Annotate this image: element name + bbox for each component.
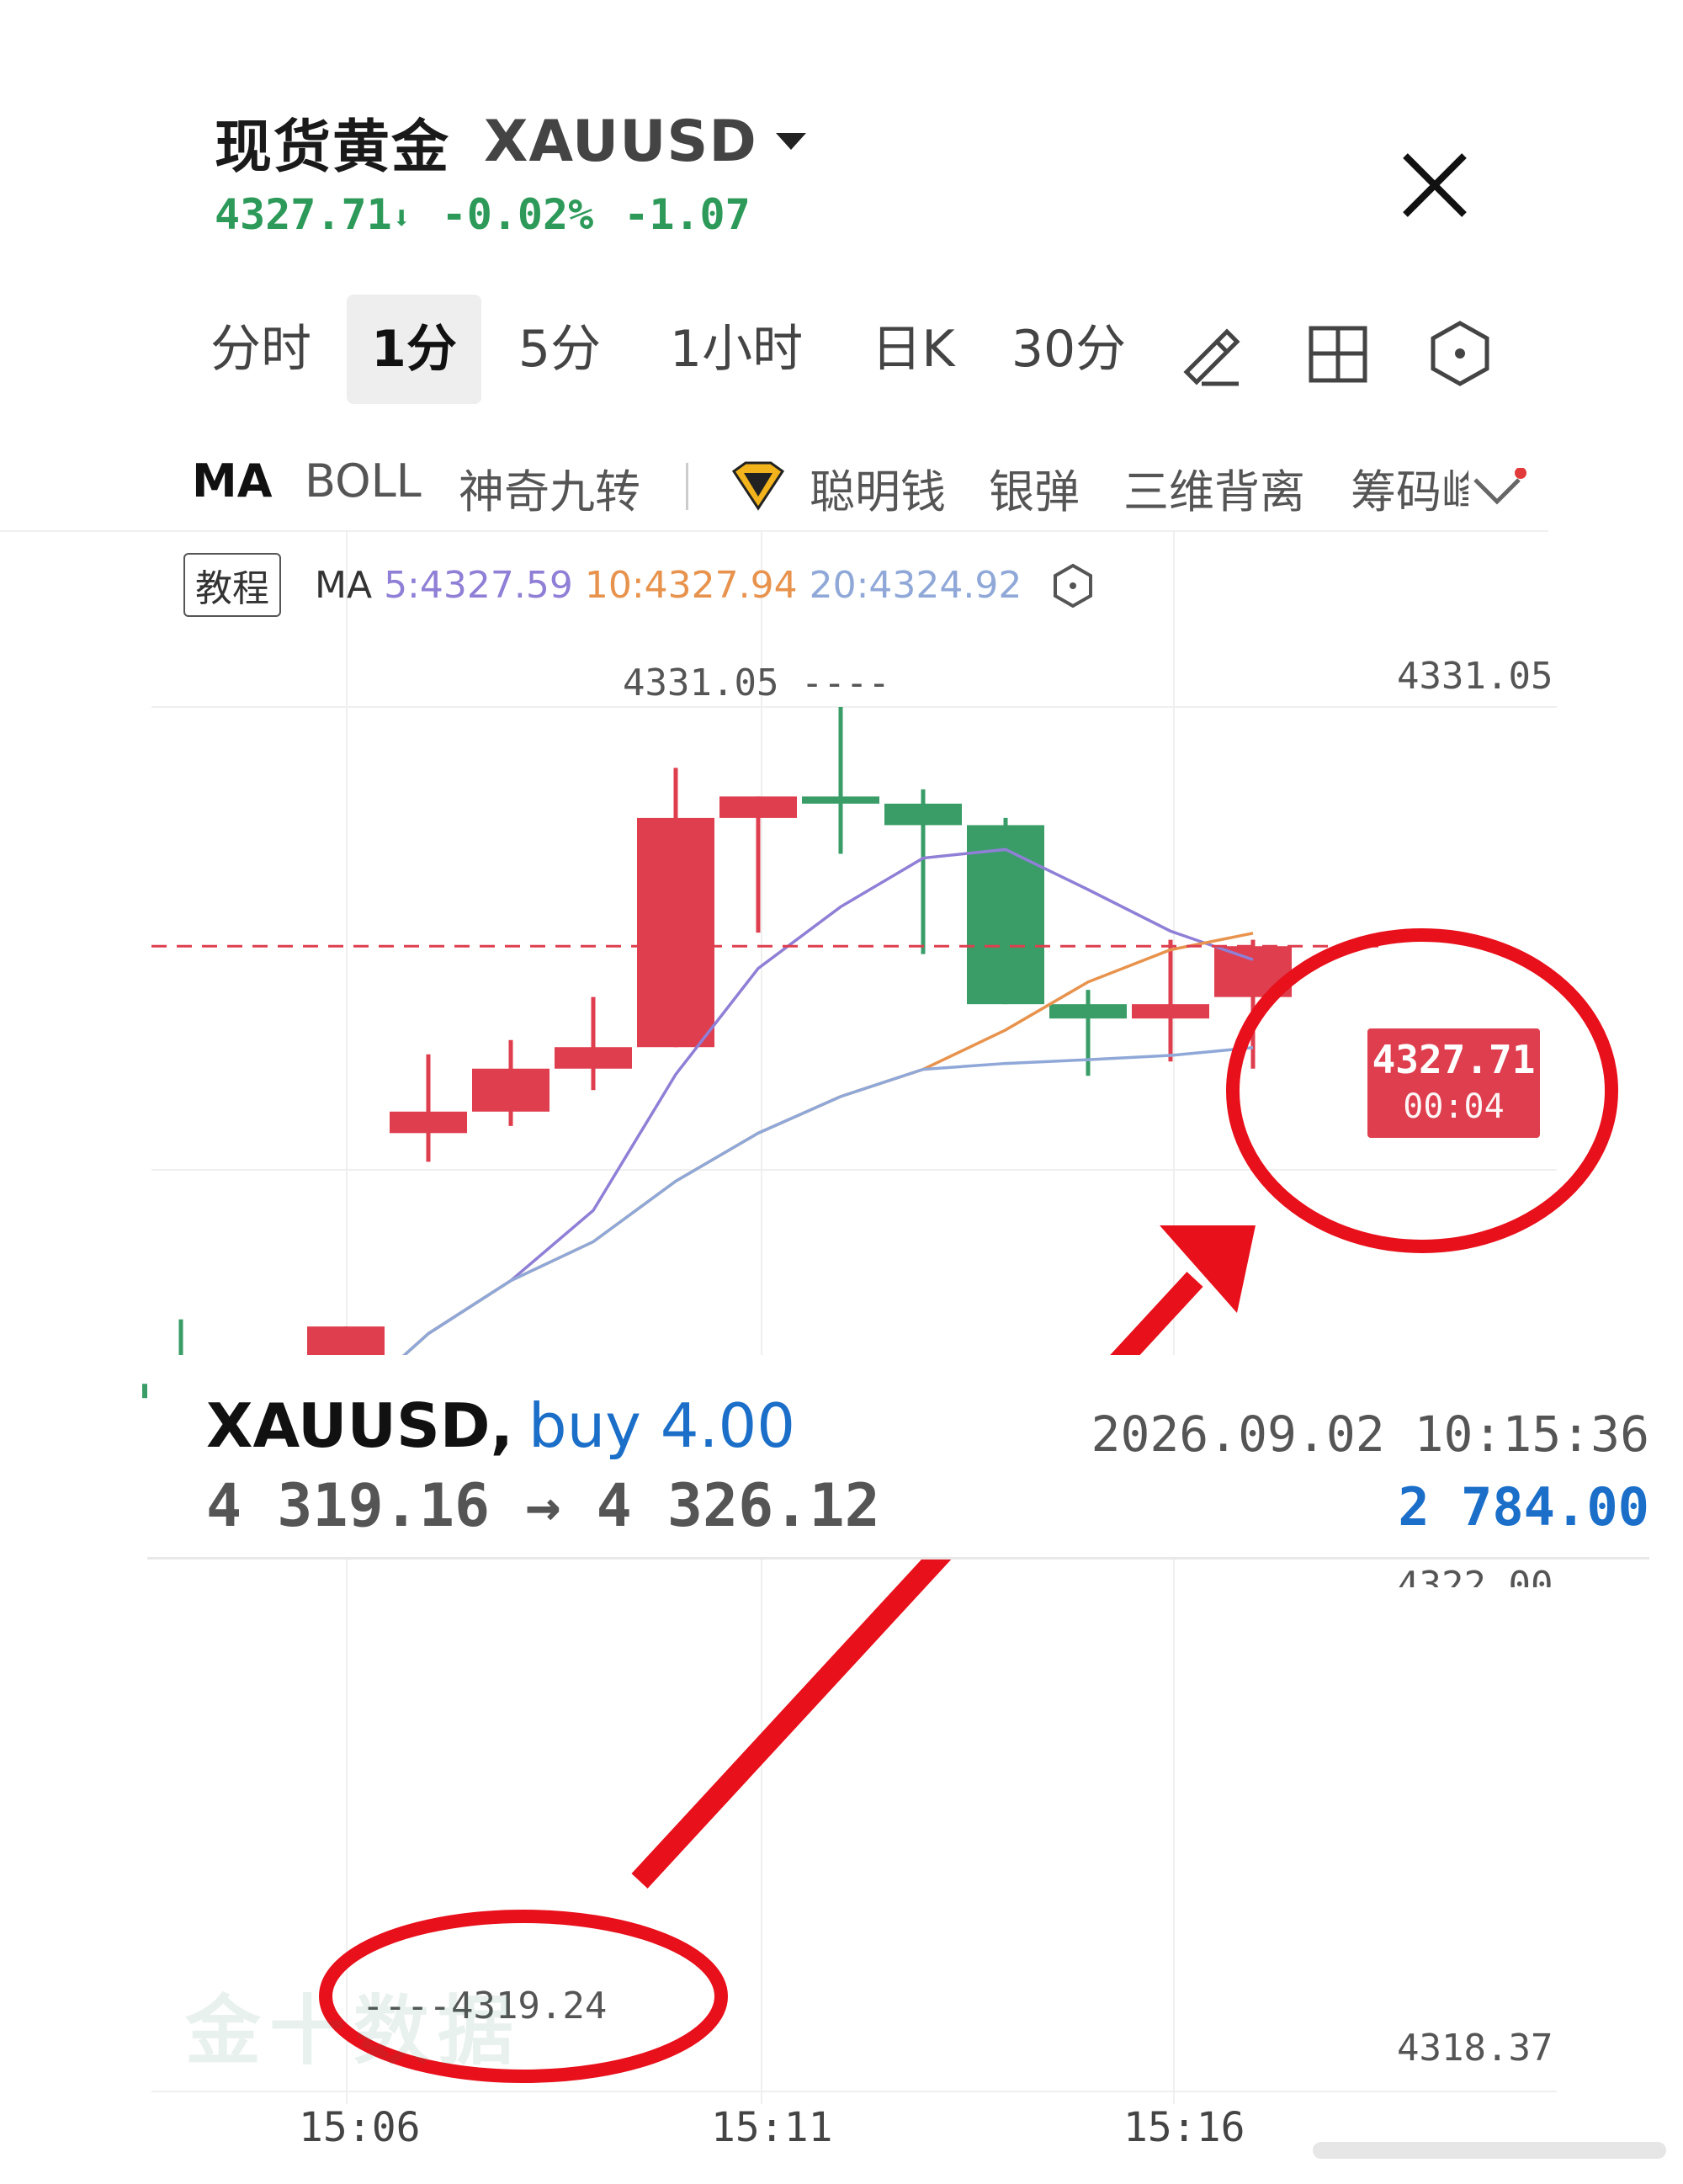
chart-grid [151, 530, 1557, 2104]
candle-body-12 [1132, 1004, 1209, 1019]
indicator-tab-boll[interactable]: BOLL [305, 454, 422, 507]
caret-down-icon[interactable] [775, 133, 806, 150]
trade-profit: 2 784.00 [1398, 1476, 1649, 1538]
indicator-tab-smart-money[interactable]: 聪明钱 [810, 454, 946, 521]
last-price-tag: 4327.71 00:04 [1367, 1028, 1540, 1138]
axis-label-top: 4331.05 [1397, 655, 1553, 698]
change-absolute: -1.07 [624, 190, 751, 239]
time-label-2: 15:16 [1123, 2104, 1245, 2151]
diamond-vip-icon [731, 461, 785, 511]
price-tag-countdown: 00:04 [1403, 1087, 1505, 1126]
quote-line: 4327.71⬇ -0.02% -1.07 [215, 190, 751, 239]
tab-timeframe-0[interactable]: 分时 [194, 295, 328, 404]
close-icon[interactable] [1388, 139, 1481, 231]
tab-timeframe-4[interactable]: 日K [854, 295, 972, 404]
symbol-selector[interactable]: 现货黄金 XAUUSD [215, 99, 806, 183]
trade-route: 4 319.16 → 4 326.12 [206, 1471, 880, 1540]
last-price: 4327.71⬇ [215, 190, 411, 239]
watermark: 金十数据 [185, 1987, 522, 2075]
candle-body-3 [390, 1111, 467, 1134]
indicator-tabs: MA BOLL 神奇九转 聪明钱 银弹 三维背离 筹码峰 [0, 438, 1548, 532]
instrument-name: 现货黄金 [215, 114, 451, 181]
tab-timeframe-3[interactable]: 1小时 [652, 295, 820, 404]
indicator-tab-ma[interactable]: MA [192, 454, 273, 507]
tab-timeframe-2[interactable]: 5分 [496, 295, 623, 404]
tab-timeframe-1[interactable]: 1分 [347, 295, 481, 404]
high-marker: 4331.05 ---- [623, 662, 890, 704]
hexagon-settings-icon[interactable] [1050, 562, 1096, 608]
candle-body-11 [1049, 1004, 1127, 1019]
axis-label-bottom: 4318.37 [1397, 2027, 1553, 2070]
trade-symbol: XAUUSD, [206, 1390, 513, 1461]
trade-datetime: 2026.09.02 10:15:36 [1091, 1406, 1649, 1463]
trade-card: XAUUSD, buy 4.00 4 319.16 → 4 326.12 2026… [147, 1355, 1649, 1560]
candle-body-9 [884, 803, 962, 826]
trade-title: XAUUSD, buy 4.00 [206, 1390, 795, 1461]
grid-layout-icon[interactable] [1304, 320, 1372, 387]
hexagon-settings-icon[interactable] [1426, 318, 1494, 389]
candle-body-7 [719, 796, 797, 818]
divider [686, 463, 688, 510]
axis-label-partial: 4322.00 [1397, 1564, 1553, 1587]
time-label-1: 15:11 [711, 2104, 833, 2151]
ma5-value: 5:4327.59 [384, 563, 573, 607]
indicator-tab-chip-peak[interactable]: 筹码峰 [1351, 454, 1468, 521]
candle-body-6 [637, 817, 714, 1048]
indicator-tab-3d-divergence[interactable]: 三维背离 [1123, 454, 1305, 521]
tab-timeframe-5[interactable]: 30分 [997, 295, 1140, 404]
instrument-symbol: XAUUSD [484, 108, 757, 175]
ma10-value: 10:4327.94 [584, 563, 798, 607]
ma20-value: 20:4324.92 [809, 563, 1022, 607]
candle-body-8 [802, 796, 879, 804]
time-label-0: 15:06 [299, 2104, 421, 2151]
candle-body-4 [472, 1068, 549, 1112]
ma-legend-label: MA [315, 563, 373, 607]
scroll-indicator [1313, 2142, 1666, 2159]
price-tag-price: 4327.71 [1372, 1037, 1536, 1082]
ma-legend: 教程 MA 5:4327.59 10:4327.94 20:4324.92 [183, 551, 1096, 619]
change-percent: -0.02% [441, 190, 594, 239]
chevron-down-icon[interactable] [1468, 468, 1527, 515]
indicator-tab-silver-bullet[interactable]: 银弹 [989, 454, 1080, 521]
tutorial-button[interactable]: 教程 [183, 553, 281, 617]
indicator-tab-magic-nine[interactable]: 神奇九转 [459, 454, 640, 521]
trade-side: buy 4.00 [528, 1390, 796, 1461]
draw-tool-icon[interactable] [1178, 320, 1245, 387]
candle-body-5 [555, 1047, 632, 1069]
